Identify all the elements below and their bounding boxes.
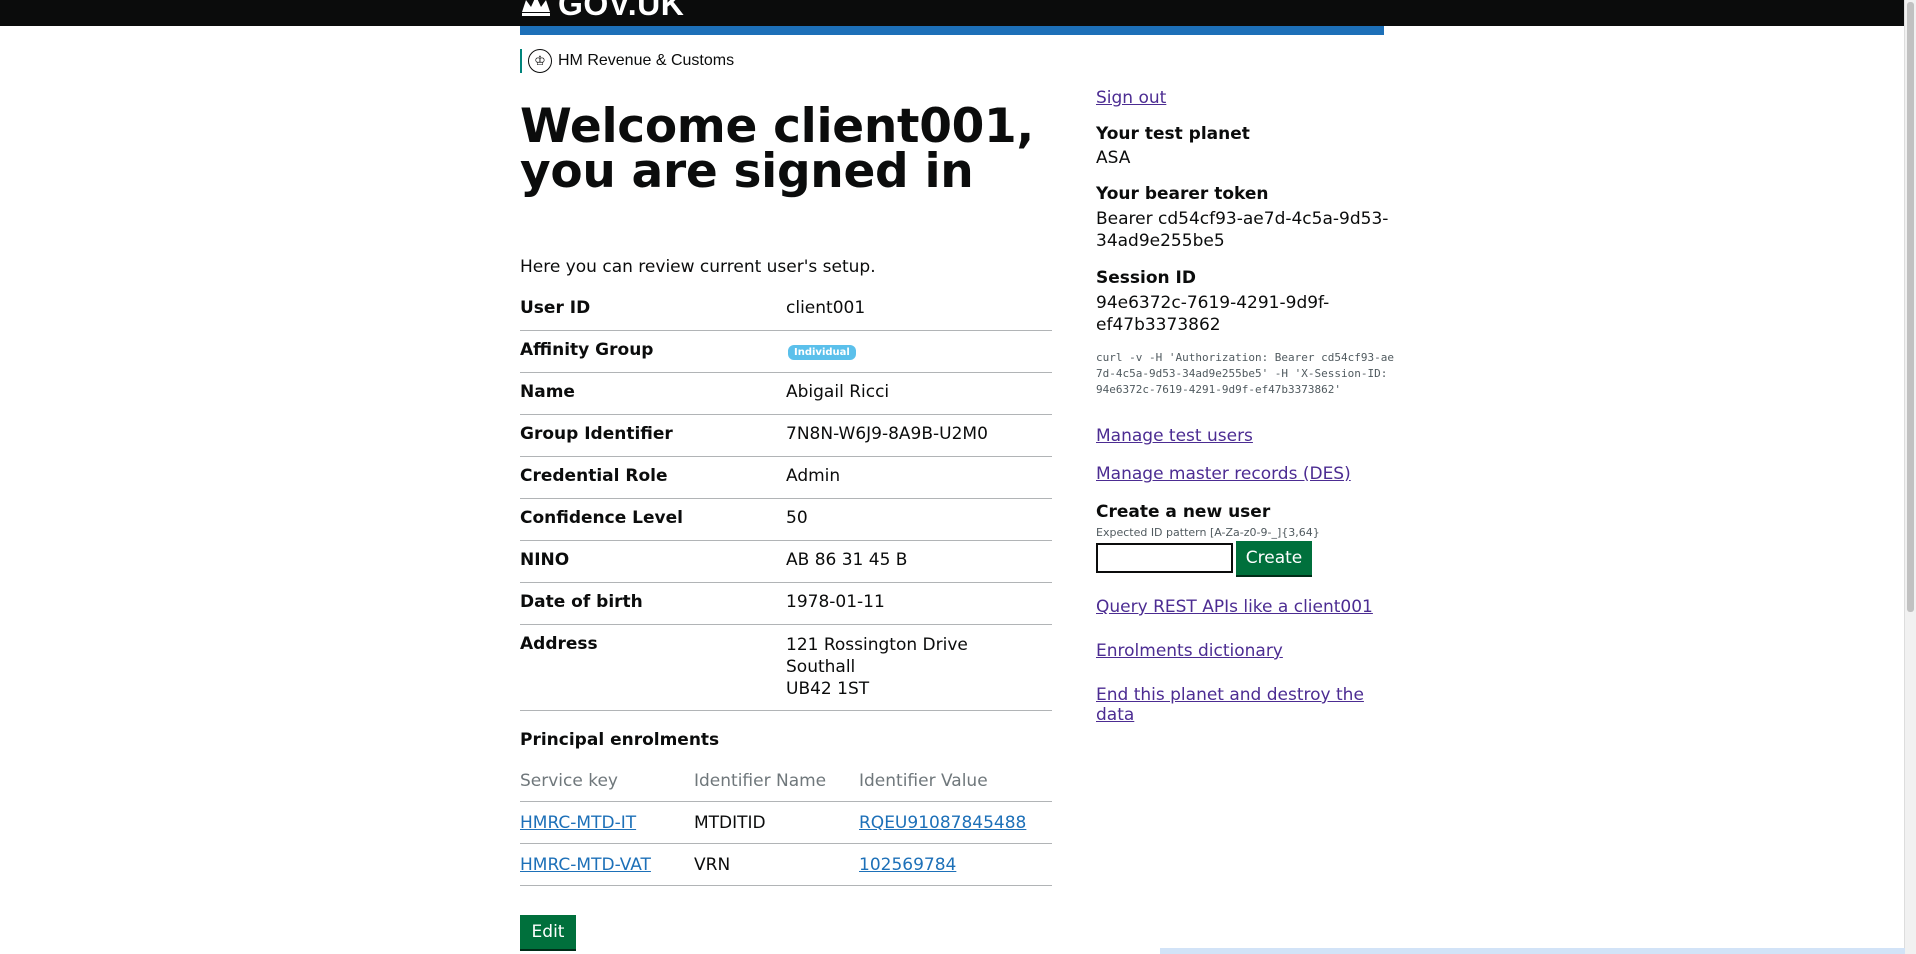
table-header-row: Service key Identifier Name Identifier V… xyxy=(520,760,1052,802)
table-row: HMRC-MTD-IT MTDITID RQEU91087845488 xyxy=(520,802,1052,844)
session-value: 94e6372c-7619-4291-9d9f-ef47b3373862 xyxy=(1096,293,1330,335)
summary-row-date-of-birth: Date of birth 1978-01-11 xyxy=(520,583,1052,625)
create-user-label: Create a new user xyxy=(1096,502,1271,522)
summary-key: Date of birth xyxy=(520,592,643,612)
column-header: Identifier Name xyxy=(694,770,827,791)
summary-key: Address xyxy=(520,634,598,654)
create-button[interactable]: Create xyxy=(1236,541,1312,575)
identifier-name: VRN xyxy=(694,854,731,875)
affinity-tag: Individual xyxy=(788,345,856,360)
identifier-value-link[interactable]: RQEU91087845488 xyxy=(859,813,1026,833)
summary-row-user-id: User ID client001 xyxy=(520,289,1052,331)
summary-value: 50 xyxy=(786,508,808,528)
identifier-name: MTDITID xyxy=(694,812,766,833)
summary-value: 1978-01-11 xyxy=(786,592,885,612)
new-user-id-input[interactable] xyxy=(1096,543,1233,573)
address-line: UB42 1ST xyxy=(786,679,870,699)
edit-button[interactable]: Edit xyxy=(520,915,576,949)
govuk-logo[interactable]: GOV.UK xyxy=(520,0,684,23)
column-header: Identifier Value xyxy=(859,770,988,791)
summary-key: Name xyxy=(520,382,575,402)
bottom-overlay-strip xyxy=(1160,948,1905,954)
summary-key: NINO xyxy=(520,550,570,570)
intro-text: Here you can review current user's setup… xyxy=(520,257,876,277)
summary-key: Group Identifier xyxy=(520,424,673,444)
summary-row-confidence-level: Confidence Level 50 xyxy=(520,499,1052,541)
summary-key: Affinity Group xyxy=(520,340,654,360)
column-header: Service key xyxy=(520,770,618,791)
session-label: Session ID xyxy=(1096,268,1196,288)
summary-row-nino: NINO AB 86 31 45 B xyxy=(520,541,1052,583)
govuk-brand-text: GOV.UK xyxy=(558,0,685,22)
crown-icon xyxy=(522,0,550,16)
summary-key: Credential Role xyxy=(520,466,668,486)
token-label: Your bearer token xyxy=(1096,184,1269,204)
service-key-link[interactable]: HMRC-MTD-VAT xyxy=(520,855,651,875)
summary-value: Individual xyxy=(786,331,1052,372)
user-summary-list: User ID client001 Affinity Group Individ… xyxy=(520,289,1052,711)
address-line: Southall xyxy=(786,657,856,677)
vertical-scrollbar[interactable] xyxy=(1904,0,1916,954)
enrolments-table: Service key Identifier Name Identifier V… xyxy=(520,760,1052,886)
service-key-link[interactable]: HMRC-MTD-IT xyxy=(520,813,636,833)
table-row: HMRC-MTD-VAT VRN 102569784 xyxy=(520,844,1052,886)
summary-row-affinity-group: Affinity Group Individual xyxy=(520,331,1052,373)
manage-master-records-link[interactable]: Manage master records (DES) xyxy=(1096,464,1351,484)
department-name: HM Revenue & Customs xyxy=(558,52,735,69)
hmrc-crest-icon: ♔ xyxy=(528,49,552,73)
end-planet-link[interactable]: End this planet and destroy the data xyxy=(1096,685,1364,725)
summary-row-group-identifier: Group Identifier 7N8N-W6J9-8A9B-U2M0 xyxy=(520,415,1052,457)
identifier-value-link[interactable]: 102569784 xyxy=(859,855,956,875)
curl-example: curl -v -H 'Authorization: Bearer cd54cf… xyxy=(1096,351,1395,396)
header-blue-bar xyxy=(520,26,1384,35)
create-user-form: Create xyxy=(1096,541,1396,575)
token-value: Bearer cd54cf93-ae7d-4c5a-9d53-34ad9e255… xyxy=(1096,209,1389,251)
planet-label: Your test planet xyxy=(1096,124,1250,144)
enrolments-heading: Principal enrolments xyxy=(520,730,720,750)
summary-key: User ID xyxy=(520,298,591,318)
summary-value: AB 86 31 45 B xyxy=(786,550,908,570)
summary-row-name: Name Abigail Ricci xyxy=(520,373,1052,415)
department-banner: ♔ HM Revenue & Customs xyxy=(520,49,734,73)
scrollbar-thumb[interactable] xyxy=(1907,2,1914,612)
sign-out-link[interactable]: Sign out xyxy=(1096,88,1166,108)
enrolments-dictionary-link[interactable]: Enrolments dictionary xyxy=(1096,641,1283,661)
summary-key: Confidence Level xyxy=(520,508,683,528)
main-content: Welcome client001, you are signed in xyxy=(520,99,1052,199)
sidebar: Sign out Your test planet ASA Your beare… xyxy=(1096,88,1396,725)
planet-value: ASA xyxy=(1096,148,1131,168)
govuk-header: GOV.UK xyxy=(0,0,1905,26)
summary-value: 121 Rossington Drive Southall UB42 1ST xyxy=(786,625,1052,710)
summary-row-credential-role: Credential Role Admin xyxy=(520,457,1052,499)
summary-value: 7N8N-W6J9-8A9B-U2M0 xyxy=(786,424,988,444)
summary-value: Admin xyxy=(786,466,841,486)
address-line: 121 Rossington Drive xyxy=(786,635,968,655)
summary-value: client001 xyxy=(786,298,866,318)
page-title: Welcome client001, you are signed in xyxy=(520,99,1034,199)
summary-row-address: Address 121 Rossington Drive Southall UB… xyxy=(520,625,1052,711)
create-user-hint: Expected ID pattern [A-Za-z0-9-_]{3,64} xyxy=(1096,526,1320,539)
summary-value: Abigail Ricci xyxy=(786,382,890,402)
manage-test-users-link[interactable]: Manage test users xyxy=(1096,426,1253,446)
query-rest-apis-link[interactable]: Query REST APIs like a client001 xyxy=(1096,597,1373,617)
